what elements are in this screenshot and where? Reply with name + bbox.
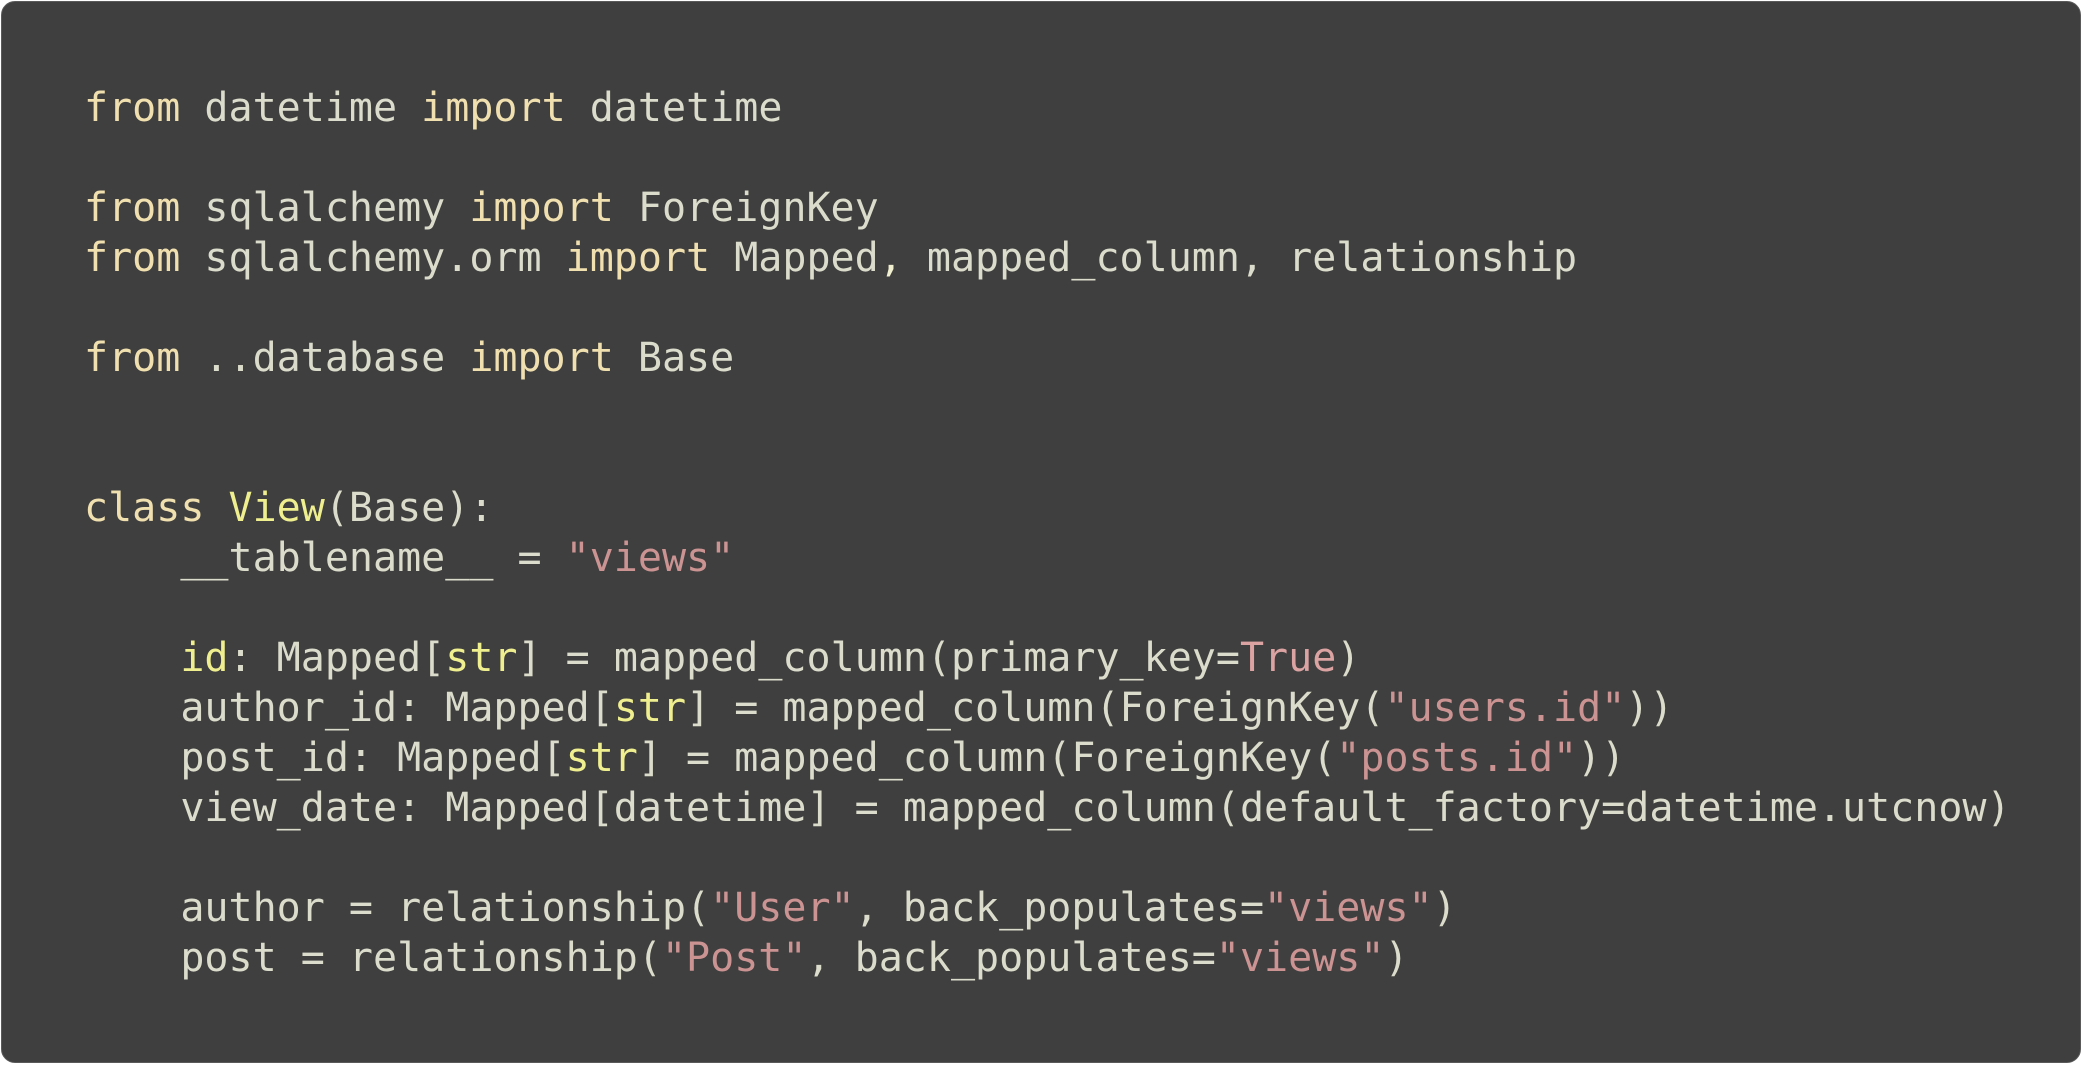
code-token-text: , back_populates=: [806, 935, 1216, 981]
code-token-text: : Mapped[: [228, 635, 446, 681]
code-token-keyword: from: [84, 85, 181, 131]
code-token-keyword: from: [84, 235, 181, 281]
code-token-builtin: str: [565, 735, 638, 781]
code-token-string: "users.id": [1384, 685, 1626, 731]
code-token-keyword: from: [84, 335, 181, 381]
code-token-text: post_id: Mapped[: [84, 735, 566, 781]
code-token-text: datetime: [180, 85, 422, 131]
code-editor-window: from datetime import datetime from sqlal…: [1, 1, 2081, 1063]
code-token-text: ): [1384, 935, 1409, 981]
code-token-text: ] = mapped_column(ForeignKey(: [686, 685, 1385, 731]
code-token-text: author = relationship(: [84, 885, 711, 931]
code-token-builtin: str: [613, 685, 687, 731]
code-token-keyword: class: [84, 485, 205, 531]
code-line: author_id: Mapped[str] = mapped_column(F…: [84, 683, 2011, 733]
code-line: class View(Base):: [84, 483, 2011, 533]
code-token-classname: View: [228, 485, 325, 531]
code-line: author = relationship("User", back_popul…: [84, 883, 2011, 933]
code-line: __tablename__ = "views": [84, 533, 2011, 583]
code-block[interactable]: from datetime import datetime from sqlal…: [84, 83, 2011, 983]
code-line: from datetime import datetime: [84, 83, 2011, 133]
code-token-text: author_id: Mapped[: [84, 685, 614, 731]
code-token-string: "User": [710, 885, 855, 931]
code-token-text: sqlalchemy: [180, 185, 470, 231]
code-token-text: Mapped: [710, 235, 879, 281]
code-token-text: Base: [613, 335, 735, 381]
code-token-keyword: import: [469, 335, 614, 381]
code-token-text: (Base):: [324, 485, 494, 531]
code-token-constant: True: [1239, 635, 1337, 681]
code-token-text: ..database: [180, 335, 470, 381]
code-token-text: view_date: Mapped[datetime] = mapped_col…: [84, 785, 2011, 831]
code-token-string: "views": [565, 535, 735, 581]
code-token-keyword: import: [469, 185, 614, 231]
code-line: from ..database import Base: [84, 333, 2011, 383]
code-line: from sqlalchemy.orm import Mapped, mappe…: [84, 233, 2011, 283]
code-token-text: )): [1577, 735, 1626, 781]
code-token-text: datetime: [565, 85, 783, 131]
code-token-text: ): [1336, 635, 1361, 681]
code-token-operator: ,: [878, 235, 903, 281]
code-token-text: ] = mapped_column(ForeignKey(: [637, 735, 1337, 781]
code-token-keyword: from: [84, 185, 181, 231]
code-token-string: "posts.id": [1336, 735, 1578, 781]
code-token-text: __tablename__ =: [84, 535, 566, 581]
code-token-text: ForeignKey: [613, 185, 879, 231]
code-token-string: "views": [1215, 935, 1385, 981]
code-token-text: )): [1625, 685, 1674, 731]
code-token-text: post = relationship(: [84, 935, 662, 981]
code-token-text: ] = mapped_column(primary_key=: [517, 635, 1240, 681]
code-line: post_id: Mapped[str] = mapped_column(For…: [84, 733, 2011, 783]
code-token-string: "Post": [661, 935, 807, 981]
code-token-string: "views": [1264, 885, 1433, 931]
code-token-text: , back_populates=: [854, 885, 1265, 931]
code-line: id: Mapped[str] = mapped_column(primary_…: [84, 633, 2011, 683]
code-token-builtin: str: [445, 635, 518, 681]
code-line: view_date: Mapped[datetime] = mapped_col…: [84, 783, 2011, 833]
code-token-keyword: import: [565, 235, 711, 281]
code-line: post = relationship("Post", back_populat…: [84, 933, 2011, 983]
code-token-text: sqlalchemy.orm: [180, 235, 566, 281]
code-token-text: ): [1432, 885, 1457, 931]
code-token-keyword: import: [421, 85, 566, 131]
code-token-text: mapped_column, relationship: [902, 235, 1578, 281]
code-token-builtin: id: [180, 635, 229, 681]
code-line: from sqlalchemy import ForeignKey: [84, 183, 2011, 233]
